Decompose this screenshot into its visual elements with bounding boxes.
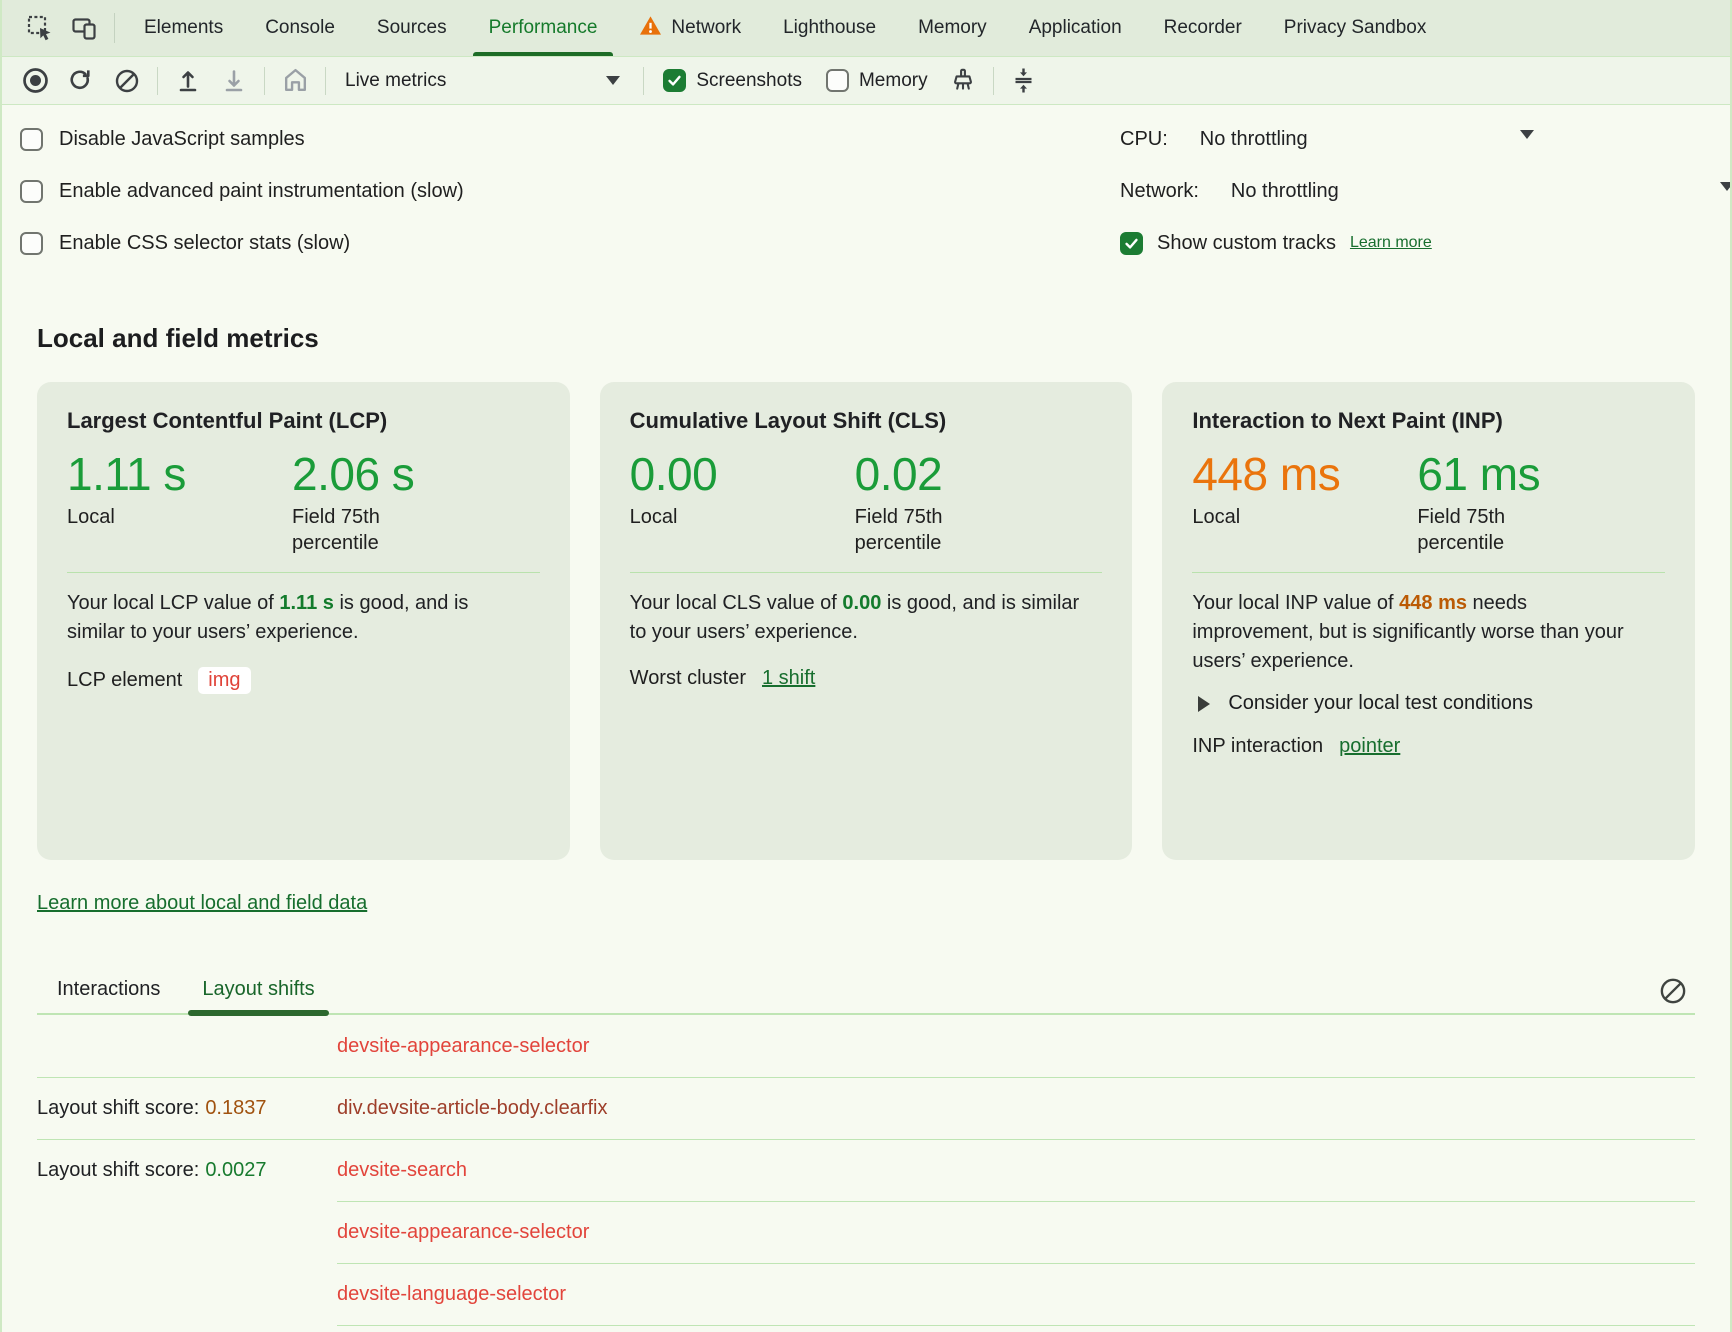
table-row: devsite-appearance-selector — [37, 1015, 1695, 1077]
expand-triangle-icon — [1198, 696, 1210, 712]
collapse-icon[interactable] — [1001, 62, 1047, 100]
checkbox-unchecked-icon — [826, 69, 849, 92]
table-row: devsite-appearance-selector — [37, 1201, 1695, 1263]
shifted-element-link[interactable]: devsite-search — [337, 1159, 467, 1182]
device-toolbar-icon[interactable] — [62, 8, 106, 48]
divider — [1192, 572, 1665, 573]
divider — [264, 67, 265, 95]
checkbox-checked-icon — [663, 69, 686, 92]
tab-recorder[interactable]: Recorder — [1143, 0, 1263, 56]
page-title: Local and field metrics — [37, 323, 1730, 354]
warning-icon — [639, 15, 662, 42]
inp-interaction-link[interactable]: pointer — [1339, 735, 1400, 758]
metric-value: 2.06 s — [292, 448, 540, 500]
divider — [325, 67, 326, 95]
metric-description: Your local INP value of 448 ms needs imp… — [1192, 589, 1642, 676]
record-icon[interactable] — [12, 62, 58, 100]
devtools-tabbar: Elements Console Sources Performance Net… — [2, 0, 1730, 57]
divider — [993, 67, 994, 95]
tab-performance[interactable]: Performance — [468, 0, 619, 56]
inp-card: Interaction to Next Paint (INP) 448 ms L… — [1162, 382, 1695, 860]
card-title: Interaction to Next Paint (INP) — [1192, 408, 1665, 434]
tab-application[interactable]: Application — [1008, 0, 1143, 56]
shifted-element-link[interactable]: div.devsite-article-body.clearfix — [337, 1097, 607, 1120]
performance-settings: Disable JavaScript samples Enable advanc… — [2, 105, 1730, 293]
card-title: Largest Contentful Paint (LCP) — [67, 408, 540, 434]
field-metric: 0.02 Field 75th percentile — [855, 448, 1103, 556]
checkbox-unchecked-icon — [20, 128, 43, 151]
download-icon[interactable] — [211, 62, 257, 100]
upload-icon[interactable] — [165, 62, 211, 100]
checkbox-unchecked-icon — [20, 180, 43, 203]
metric-description: Your local LCP value of 1.11 s is good, … — [67, 589, 517, 647]
show-custom-tracks-checkbox[interactable] — [1120, 232, 1143, 255]
table-row: div.devsite-floating-action-buttons — [37, 1325, 1695, 1332]
network-throttling-select[interactable]: Network: No throttling — [1120, 165, 1732, 217]
learn-more-field-data-link[interactable]: Learn more about local and field data — [37, 892, 367, 915]
local-metric: 0.00 Local — [630, 448, 855, 556]
tab-network[interactable]: Network — [618, 0, 762, 56]
field-metric: 61 ms Field 75th percentile — [1417, 448, 1665, 556]
log-tabs: Interactions Layout shifts — [37, 965, 1695, 1015]
worst-cluster-link[interactable]: 1 shift — [762, 667, 815, 690]
shifted-element-link[interactable]: devsite-appearance-selector — [337, 1035, 589, 1058]
shifted-element-link[interactable]: devsite-appearance-selector — [337, 1221, 589, 1244]
tab-elements[interactable]: Elements — [123, 0, 244, 56]
tab-lighthouse[interactable]: Lighthouse — [762, 0, 897, 56]
table-row: devsite-language-selector — [37, 1263, 1695, 1325]
tab-console[interactable]: Console — [244, 0, 356, 56]
local-test-conditions-expander[interactable]: Consider your local test conditions — [1192, 692, 1665, 715]
show-custom-tracks-row: Show custom tracks Learn more — [1120, 217, 1732, 269]
table-row: Layout shift score: 0.1837 div.devsite-a… — [37, 1077, 1695, 1139]
garbage-collect-icon[interactable] — [940, 62, 986, 100]
dropdown-caret-icon — [606, 76, 620, 85]
metric-cards: Largest Contentful Paint (LCP) 1.11 s Lo… — [37, 382, 1695, 860]
field-metric: 2.06 s Field 75th percentile — [292, 448, 540, 556]
throttling-settings: CPU: No throttling Network: No throttlin… — [1120, 113, 1732, 269]
reload-icon[interactable] — [58, 62, 104, 100]
clear-icon[interactable] — [104, 62, 150, 100]
tab-memory[interactable]: Memory — [897, 0, 1008, 56]
dropdown-caret-icon — [1720, 182, 1732, 191]
local-metric: 1.11 s Local — [67, 448, 292, 556]
local-metric: 448 ms Local — [1192, 448, 1417, 556]
live-metrics-log: Interactions Layout shifts devsite-appea… — [37, 965, 1695, 1332]
tab-layout-shifts[interactable]: Layout shifts — [202, 965, 314, 1013]
home-icon[interactable] — [272, 62, 318, 100]
shifted-element-link[interactable]: devsite-language-selector — [337, 1283, 566, 1306]
divider — [630, 572, 1103, 573]
lcp-element-link[interactable]: img — [198, 667, 250, 694]
performance-toolbar: Live metrics Screenshots Memory — [2, 57, 1730, 105]
layout-shift-score: 0.0027 — [205, 1159, 266, 1182]
clear-log-icon[interactable] — [1653, 971, 1693, 1011]
divider — [157, 67, 158, 95]
divider — [643, 67, 644, 95]
divider — [114, 13, 115, 43]
cpu-throttling-select[interactable]: CPU: No throttling — [1120, 113, 1732, 165]
metric-value: 1.11 s — [67, 448, 292, 500]
metric-value: 61 ms — [1417, 448, 1665, 500]
memory-checkbox[interactable]: Memory — [826, 69, 928, 92]
divider — [67, 572, 540, 573]
learn-more-link[interactable]: Learn more — [1350, 234, 1432, 252]
tab-privacy-sandbox[interactable]: Privacy Sandbox — [1263, 0, 1448, 56]
metric-description: Your local CLS value of 0.00 is good, an… — [630, 589, 1080, 647]
live-metrics-dropdown[interactable]: Live metrics — [345, 70, 636, 92]
metric-value: 0.00 — [630, 448, 855, 500]
tab-sources[interactable]: Sources — [356, 0, 468, 56]
inspect-icon[interactable] — [18, 8, 62, 48]
metric-value: 0.02 — [855, 448, 1103, 500]
cls-card: Cumulative Layout Shift (CLS) 0.00 Local… — [600, 382, 1133, 860]
dropdown-caret-icon — [1520, 130, 1534, 139]
metric-value: 448 ms — [1192, 448, 1417, 500]
table-row: Layout shift score: 0.0027 devsite-searc… — [37, 1139, 1695, 1201]
card-title: Cumulative Layout Shift (CLS) — [630, 408, 1103, 434]
checkbox-unchecked-icon — [20, 232, 43, 255]
panel-tabs: Elements Console Sources Performance Net… — [123, 0, 1447, 56]
lcp-card: Largest Contentful Paint (LCP) 1.11 s Lo… — [37, 382, 570, 860]
tab-interactions[interactable]: Interactions — [57, 965, 160, 1013]
screenshots-checkbox[interactable]: Screenshots — [663, 69, 802, 92]
devtools-performance-panel: Elements Console Sources Performance Net… — [0, 0, 1732, 1332]
layout-shift-score: 0.1837 — [205, 1097, 266, 1120]
